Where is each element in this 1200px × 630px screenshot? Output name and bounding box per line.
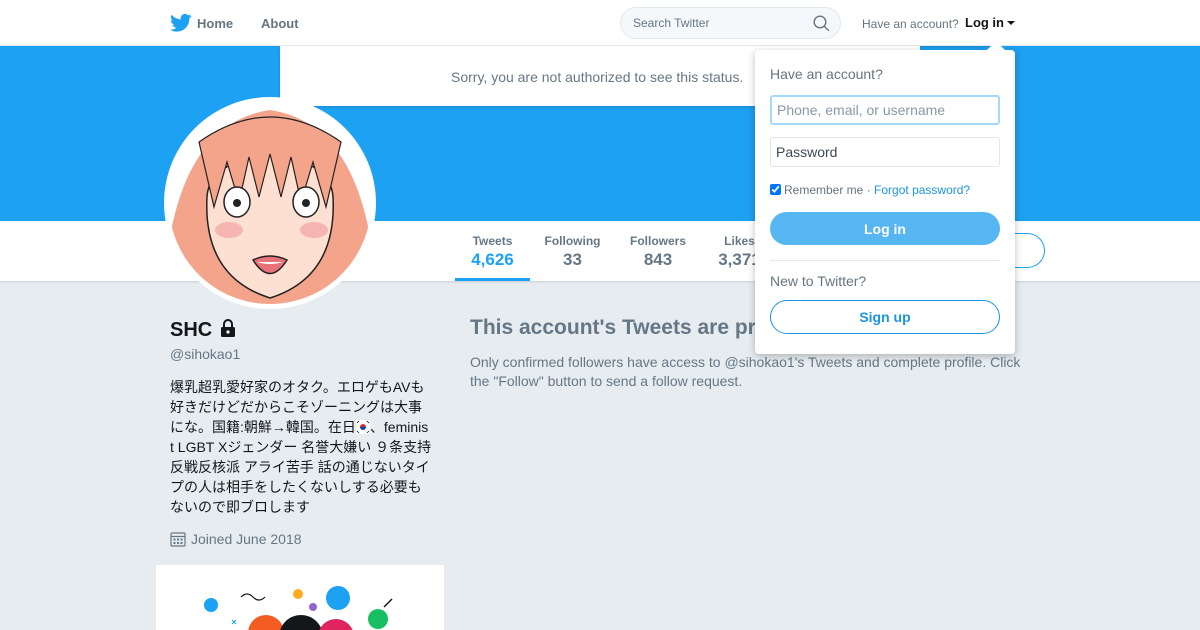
- lock-icon: [220, 319, 235, 337]
- stat-followers[interactable]: Followers 843: [626, 221, 690, 281]
- profile-bio: 爆乳超乳愛好家のオタク。エロゲもAVも好きだけどだからこそゾーニングは大事にな。…: [170, 377, 432, 517]
- separator: ·: [866, 183, 871, 197]
- divider: [770, 260, 1000, 261]
- stat-label: Tweets: [472, 234, 513, 248]
- twitter-bird-icon[interactable]: [170, 13, 192, 33]
- profile-name: SHC: [170, 319, 236, 342]
- media-illustration: [204, 586, 393, 630]
- media-preview-card[interactable]: [156, 565, 444, 630]
- stat-value: 4,626: [471, 250, 514, 269]
- have-account-text: Have an account?: [862, 17, 959, 31]
- protected-description: Only confirmed followers have access to …: [470, 354, 1021, 389]
- stat-label: Following: [544, 234, 601, 248]
- signup-button[interactable]: Sign up: [770, 300, 1000, 334]
- password-field[interactable]: [770, 137, 1000, 167]
- korea-flag-icon: [355, 420, 370, 434]
- forgot-password-link[interactable]: Forgot password?: [874, 183, 970, 197]
- stat-tweets[interactable]: Tweets 4,626: [455, 221, 530, 281]
- login-button[interactable]: Log in: [770, 212, 1000, 245]
- remember-me-label[interactable]: Remember me: [784, 183, 863, 197]
- joined-date: Joined June 2018: [170, 531, 302, 547]
- nav-home-link[interactable]: Home: [197, 16, 233, 31]
- nav-about-link[interactable]: About: [261, 16, 299, 31]
- caret-down-icon: [1007, 21, 1015, 25]
- profile-avatar[interactable]: [164, 97, 376, 309]
- remember-me-checkbox[interactable]: [770, 184, 781, 195]
- search-input[interactable]: [621, 8, 801, 38]
- profile-name-text: SHC: [170, 319, 213, 341]
- new-to-twitter-text: New to Twitter?: [770, 273, 867, 289]
- stat-following[interactable]: Following 33: [540, 221, 605, 281]
- search-icon[interactable]: [813, 15, 830, 32]
- login-dropdown-toggle[interactable]: Log in: [965, 15, 1015, 30]
- stat-value: 33: [563, 250, 582, 269]
- stat-value: 843: [643, 250, 673, 269]
- profile-handle: @sihokao1: [170, 346, 241, 362]
- joined-text: Joined June 2018: [191, 531, 302, 547]
- remember-row: Remember me · Forgot password?: [770, 183, 970, 197]
- login-link-label: Log in: [965, 15, 1004, 30]
- dropdown-arrow: [987, 41, 1005, 50]
- status-notice-text: Sorry, you are not authorized to see thi…: [451, 69, 744, 85]
- login-dropdown: Have an account? Remember me · Forgot pa…: [755, 50, 1015, 354]
- search-box: [620, 7, 841, 39]
- avatar-illustration: [169, 102, 371, 304]
- stat-label: Followers: [629, 234, 686, 248]
- banner-highlight: [920, 46, 990, 48]
- calendar-icon: [170, 532, 186, 547]
- username-field[interactable]: [770, 95, 1000, 125]
- top-navigation-bar: Home About Have an account? Log in: [0, 0, 1200, 46]
- dropdown-heading: Have an account?: [770, 66, 883, 82]
